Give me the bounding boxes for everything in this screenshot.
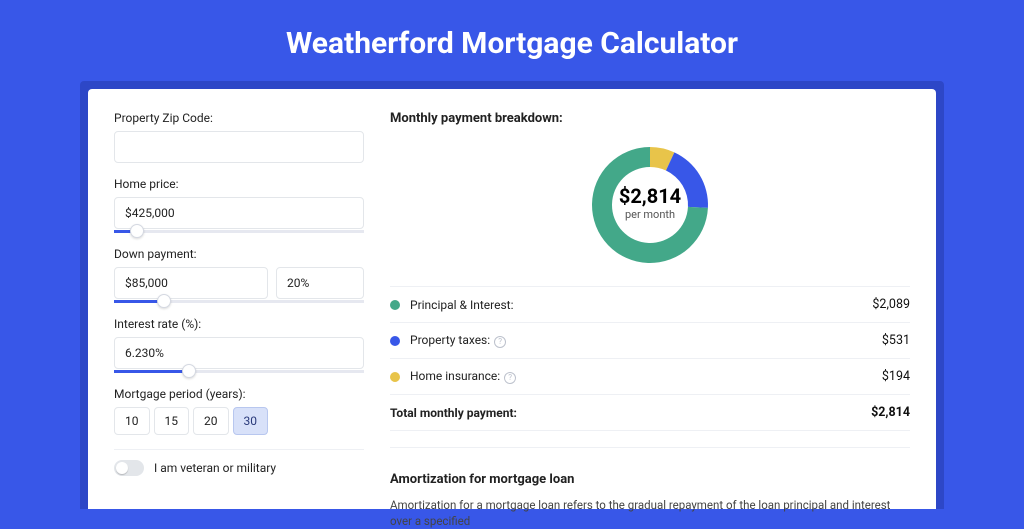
down-payment-pct-input[interactable] xyxy=(276,267,364,299)
total-value: $2,814 xyxy=(871,405,910,420)
legend-dot-icon xyxy=(390,300,400,310)
down-payment-label: Down payment: xyxy=(114,247,364,261)
amortization-section: Amortization for mortgage loan Amortizat… xyxy=(390,447,910,529)
legend-label: Home insurance:? xyxy=(410,369,882,384)
period-options: 10152030 xyxy=(114,407,364,435)
input-panel: Property Zip Code: Home price: Down paym… xyxy=(114,111,364,509)
period-option-20[interactable]: 20 xyxy=(193,407,229,435)
home-price-label: Home price: xyxy=(114,177,364,191)
down-payment-block: Down payment: xyxy=(114,247,364,303)
veteran-toggle[interactable] xyxy=(114,460,144,476)
interest-slider-handle[interactable] xyxy=(182,364,196,378)
down-payment-amount-input[interactable] xyxy=(114,267,268,299)
zip-block: Property Zip Code: xyxy=(114,111,364,163)
total-label: Total monthly payment: xyxy=(390,406,871,420)
legend-row-total: Total monthly payment:$2,814 xyxy=(390,395,910,431)
zip-input[interactable] xyxy=(114,131,364,163)
period-option-10[interactable]: 10 xyxy=(114,407,150,435)
interest-slider[interactable] xyxy=(114,370,364,373)
legend-label: Property taxes:? xyxy=(410,333,882,348)
zip-label: Property Zip Code: xyxy=(114,111,364,125)
legend: Principal & Interest:$2,089Property taxe… xyxy=(390,286,910,431)
legend-dot-icon xyxy=(390,372,400,382)
card-shadow: Property Zip Code: Home price: Down paym… xyxy=(80,81,944,509)
period-block: Mortgage period (years): 10152030 xyxy=(114,387,364,435)
info-icon[interactable]: ? xyxy=(494,336,506,348)
info-icon[interactable]: ? xyxy=(504,372,516,384)
period-option-15[interactable]: 15 xyxy=(154,407,190,435)
amortization-heading: Amortization for mortgage loan xyxy=(390,460,910,487)
legend-value: $531 xyxy=(882,333,910,348)
legend-row-0: Principal & Interest:$2,089 xyxy=(390,287,910,323)
down-payment-slider-handle[interactable] xyxy=(157,294,171,308)
interest-input[interactable] xyxy=(114,337,364,369)
donut-chart: $2,814 per month xyxy=(390,136,910,286)
legend-value: $2,089 xyxy=(872,297,910,312)
home-price-slider-handle[interactable] xyxy=(130,224,144,238)
legend-row-2: Home insurance:?$194 xyxy=(390,359,910,395)
interest-label: Interest rate (%): xyxy=(114,317,364,331)
home-price-block: Home price: xyxy=(114,177,364,233)
breakdown-panel: Monthly payment breakdown: $2,814 per mo… xyxy=(390,111,910,509)
legend-value: $194 xyxy=(882,369,910,384)
legend-row-1: Property taxes:?$531 xyxy=(390,323,910,359)
donut-center-value: $2,814 xyxy=(619,184,681,208)
legend-dot-icon xyxy=(390,336,400,346)
amortization-text: Amortization for a mortgage loan refers … xyxy=(390,497,910,529)
veteran-label: I am veteran or military xyxy=(154,461,276,475)
home-price-slider[interactable] xyxy=(114,230,364,233)
donut-center-sub: per month xyxy=(625,208,675,221)
legend-label: Principal & Interest: xyxy=(410,298,872,312)
home-price-input[interactable] xyxy=(114,197,364,229)
veteran-row: I am veteran or military xyxy=(114,449,364,476)
interest-block: Interest rate (%): xyxy=(114,317,364,373)
breakdown-heading: Monthly payment breakdown: xyxy=(390,111,910,126)
down-payment-slider[interactable] xyxy=(114,300,364,303)
page-title: Weatherford Mortgage Calculator xyxy=(0,0,1024,81)
period-label: Mortgage period (years): xyxy=(114,387,364,401)
calculator-card: Property Zip Code: Home price: Down paym… xyxy=(88,89,936,509)
period-option-30[interactable]: 30 xyxy=(233,407,269,435)
